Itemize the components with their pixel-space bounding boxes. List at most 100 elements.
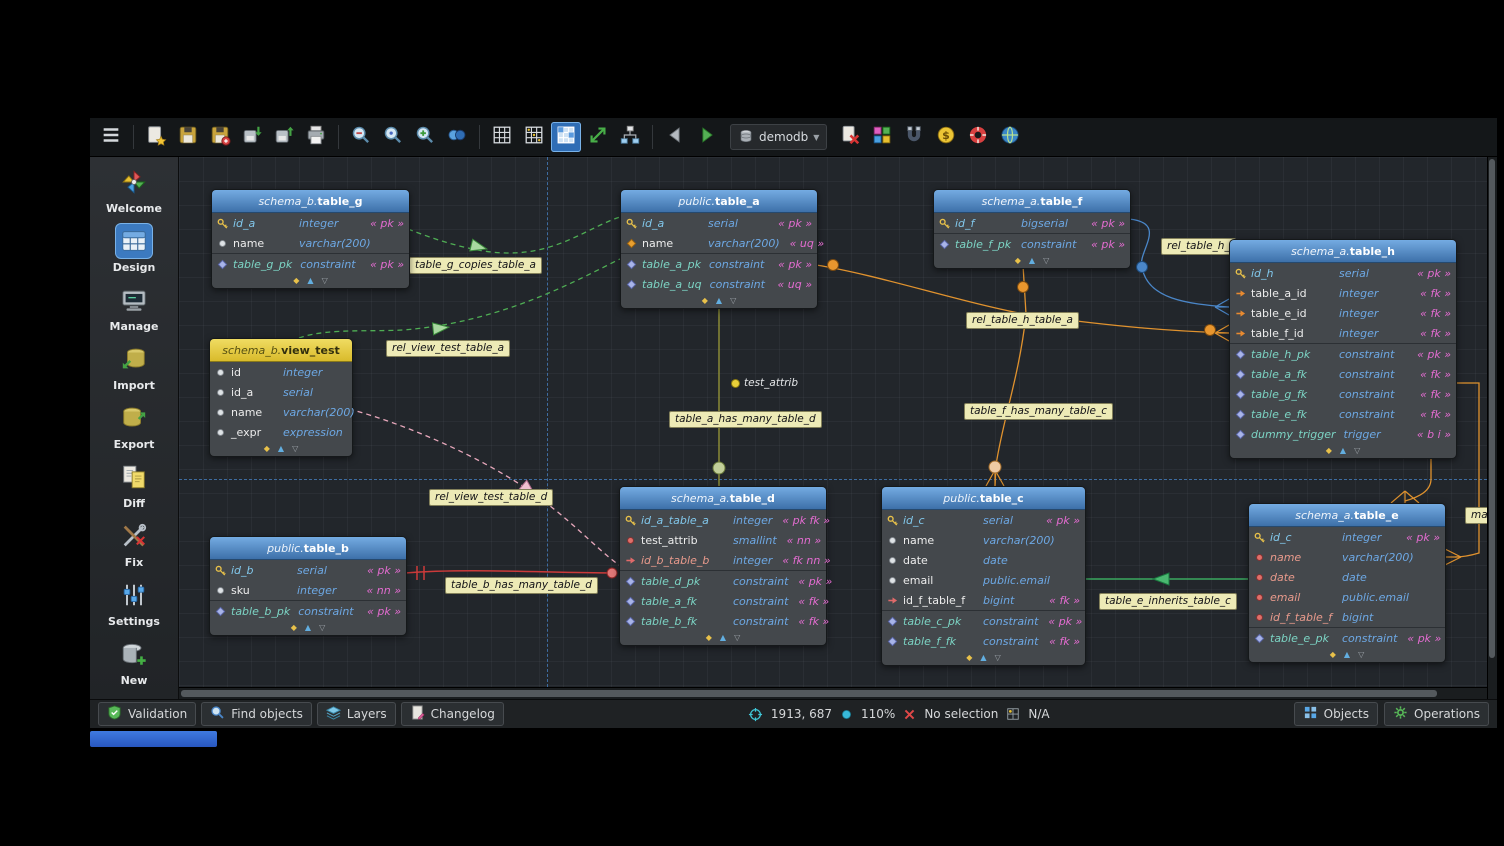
- source-code-button[interactable]: $: [931, 122, 961, 152]
- attribute-row[interactable]: table_e_fkconstraint« fk »: [1230, 404, 1456, 424]
- magnet-button[interactable]: [899, 122, 929, 152]
- scene-hierarchy-button[interactable]: [615, 122, 645, 152]
- relationship-label[interactable]: table_f_has_many_table_c: [964, 403, 1113, 420]
- statusbar-button-changelog[interactable]: Changelog: [401, 702, 504, 726]
- attribute-row[interactable]: table_g_pkconstraint« pk »: [212, 253, 409, 274]
- attribute-row[interactable]: _exprexpression: [210, 422, 352, 442]
- attribute-row[interactable]: id_a_table_ainteger« pk fk »: [620, 510, 826, 530]
- best-fit-button[interactable]: [583, 122, 613, 152]
- relationship-line-table_g_copies_table_a[interactable]: [408, 217, 620, 253]
- zoom-out-button[interactable]: [346, 122, 376, 152]
- attribute-row[interactable]: table_h_pkconstraint« pk »: [1230, 343, 1456, 364]
- relationship-label[interactable]: rel_table_h_table_a: [966, 312, 1079, 329]
- relationship-label[interactable]: rel_view_test_table_d: [429, 489, 553, 506]
- table-header[interactable]: schema_a.table_f: [934, 190, 1130, 213]
- table-header[interactable]: schema_b.view_test: [210, 339, 352, 362]
- sidebar-item-import[interactable]: Import: [93, 338, 175, 395]
- new-model-button[interactable]: [141, 122, 171, 152]
- model-selector[interactable]: demodb▼: [730, 124, 827, 150]
- import-sql-button[interactable]: [237, 122, 267, 152]
- relationship-label[interactable]: rel_table_h_: [1161, 238, 1236, 255]
- floating-attribute[interactable]: test_attrib: [731, 377, 798, 389]
- attribute-row[interactable]: table_a_fkconstraint« fk »: [1230, 364, 1456, 384]
- attribute-row[interactable]: idinteger: [210, 362, 352, 382]
- table-header[interactable]: schema_b.table_g: [212, 190, 409, 213]
- relationship-line-rel_table_h_table_e_b[interactable]: [1455, 383, 1479, 557]
- nav-forward-button[interactable]: [692, 122, 722, 152]
- sidebar-item-settings[interactable]: Settings: [93, 574, 175, 631]
- attribute-row[interactable]: skuinteger« nn »: [210, 580, 406, 600]
- appearance-button[interactable]: [867, 122, 897, 152]
- zoom-original-button[interactable]: [378, 122, 408, 152]
- table-header[interactable]: schema_a.table_d: [620, 487, 826, 510]
- attribute-row[interactable]: namevarchar(200): [210, 402, 352, 422]
- attribute-row[interactable]: dummy_triggertrigger« b i »: [1230, 424, 1456, 444]
- close-model-button[interactable]: [835, 122, 865, 152]
- statusbar-button-objects[interactable]: Objects: [1294, 702, 1378, 726]
- attribute-row[interactable]: test_attribsmallint« nn »: [620, 530, 826, 550]
- attribute-row[interactable]: id_ainteger« pk »: [212, 213, 409, 233]
- attribute-row[interactable]: table_b_pkconstraint« pk »: [210, 600, 406, 621]
- hscroll-thumb[interactable]: [181, 690, 1437, 697]
- attribute-row[interactable]: table_e_pkconstraint« pk »: [1249, 627, 1445, 648]
- attribute-row[interactable]: emailpublic.email: [882, 570, 1085, 590]
- relationship-line-table_f_has_many_table_c[interactable]: [995, 315, 1026, 486]
- sidebar-item-export[interactable]: Export: [93, 397, 175, 454]
- page-view-button[interactable]: [551, 122, 581, 152]
- attribute-row[interactable]: table_a_uqconstraint« uq »: [621, 274, 817, 294]
- show-grid-button[interactable]: [487, 122, 517, 152]
- table-table_e[interactable]: schema_a.table_eid_cinteger« pk »namevar…: [1248, 503, 1446, 663]
- relationship-label[interactable]: many: [1465, 507, 1487, 524]
- statusbar-button-operations[interactable]: Operations: [1384, 702, 1489, 726]
- main-menu-button[interactable]: [96, 122, 126, 152]
- attribute-row[interactable]: table_d_pkconstraint« pk »: [620, 570, 826, 591]
- relationship-label[interactable]: table_b_has_many_table_d: [445, 577, 598, 594]
- attribute-row[interactable]: namevarchar(200): [212, 233, 409, 253]
- attribute-row[interactable]: id_b_table_binteger« fk nn »: [620, 550, 826, 570]
- table-table_g[interactable]: schema_b.table_gid_ainteger« pk »namevar…: [211, 189, 410, 289]
- table-table_d[interactable]: schema_a.table_did_a_table_ainteger« pk …: [619, 486, 827, 646]
- table-table_b[interactable]: public.table_bid_bserial« pk »skuinteger…: [209, 536, 407, 636]
- relationship-label[interactable]: table_a_has_many_table_d: [669, 411, 822, 428]
- table-header[interactable]: public.table_c: [882, 487, 1085, 510]
- attribute-row[interactable]: id_f_table_fbigint: [1249, 607, 1445, 627]
- nav-back-button[interactable]: [660, 122, 690, 152]
- attribute-row[interactable]: table_b_fkconstraint« fk »: [620, 611, 826, 631]
- sidebar-item-design[interactable]: Design: [93, 220, 175, 277]
- view-view_test[interactable]: schema_b.view_testidintegerid_aserialnam…: [209, 338, 353, 457]
- attribute-row[interactable]: table_a_pkconstraint« pk »: [621, 253, 817, 274]
- relationship-label[interactable]: table_g_copies_table_a: [409, 257, 542, 274]
- table-header[interactable]: public.table_a: [621, 190, 817, 213]
- attribute-row[interactable]: id_f_table_fbigint« fk »: [882, 590, 1085, 610]
- statusbar-button-find-objects[interactable]: Find objects: [201, 702, 312, 726]
- donate-button[interactable]: [963, 122, 993, 152]
- diagram-canvas[interactable]: table_g_copies_table_a rel_view_test_tabl…: [179, 157, 1487, 687]
- relationship-label[interactable]: rel_view_test_table_a: [386, 340, 510, 357]
- attribute-row[interactable]: namevarchar(200): [1249, 547, 1445, 567]
- sidebar-item-welcome[interactable]: Welcome: [93, 161, 175, 218]
- save-all-button[interactable]: [205, 122, 235, 152]
- overview-button[interactable]: [442, 122, 472, 152]
- sidebar-item-manage[interactable]: Manage: [93, 279, 175, 336]
- attribute-row[interactable]: namevarchar(200): [882, 530, 1085, 550]
- attribute-row[interactable]: id_aserial: [210, 382, 352, 402]
- save-model-button[interactable]: [173, 122, 203, 152]
- attribute-row[interactable]: table_c_pkconstraint« pk »: [882, 610, 1085, 631]
- attribute-row[interactable]: table_a_idinteger« fk »: [1230, 283, 1456, 303]
- table-header[interactable]: schema_a.table_e: [1249, 504, 1445, 527]
- sidebar-item-new[interactable]: New: [93, 633, 175, 690]
- table-table_f[interactable]: schema_a.table_fid_fbigserial« pk »table…: [933, 189, 1131, 269]
- sidebar-item-diff[interactable]: Diff: [93, 456, 175, 513]
- attribute-row[interactable]: table_e_idinteger« fk »: [1230, 303, 1456, 323]
- attribute-row[interactable]: id_hserial« pk »: [1230, 263, 1456, 283]
- attribute-row[interactable]: table_f_fkconstraint« fk »: [882, 631, 1085, 651]
- attribute-row[interactable]: id_aserial« pk »: [621, 213, 817, 233]
- relationship-label[interactable]: table_e_inherits_table_c: [1099, 593, 1237, 610]
- attribute-row[interactable]: emailpublic.email: [1249, 587, 1445, 607]
- zoom-in-button[interactable]: [410, 122, 440, 152]
- horizontal-scrollbar[interactable]: [179, 687, 1487, 699]
- table-table_c[interactable]: public.table_cid_cserial« pk »namevarcha…: [881, 486, 1086, 666]
- attribute-row[interactable]: datedate: [1249, 567, 1445, 587]
- attribute-row[interactable]: id_fbigserial« pk »: [934, 213, 1130, 233]
- attribute-row[interactable]: table_a_fkconstraint« fk »: [620, 591, 826, 611]
